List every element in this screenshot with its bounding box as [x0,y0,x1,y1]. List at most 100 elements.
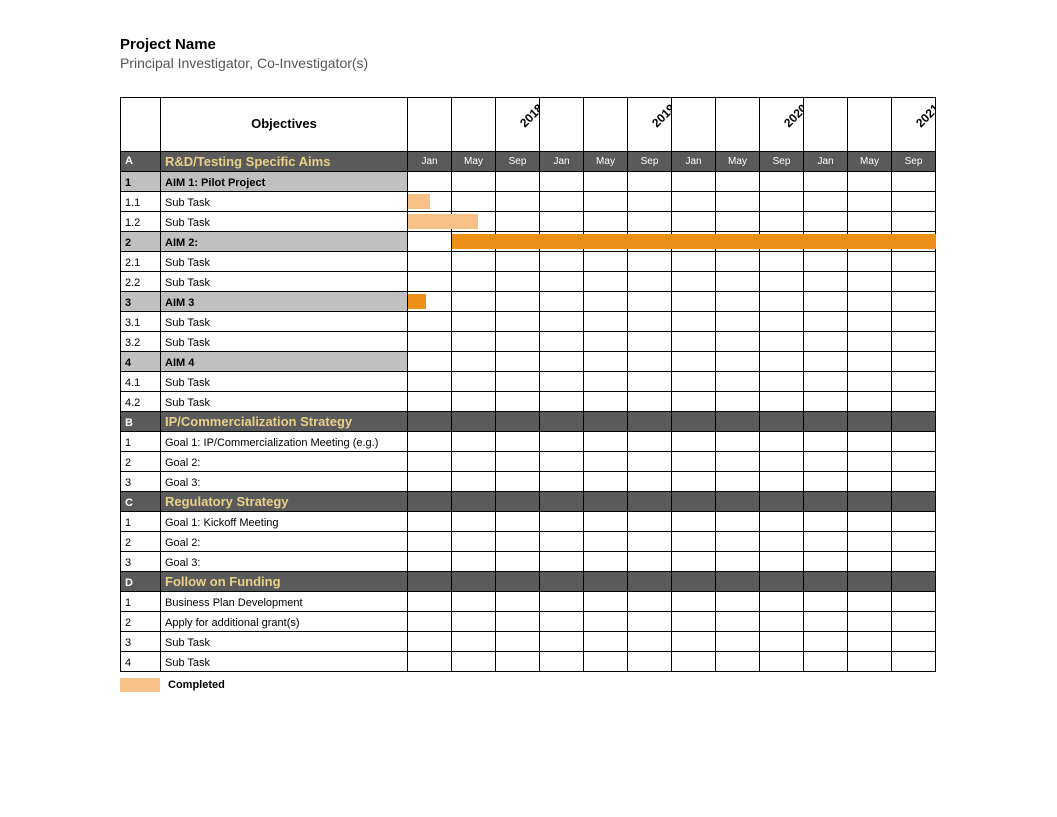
task-timeline [408,312,936,332]
row-label: Goal 3: [161,472,408,492]
header-row-years: Objectives 2018201920202021 [121,98,936,152]
year-header-cell: 2021 [892,98,936,152]
task-row: 2Goal 2: [121,452,936,472]
month-header: Jan [408,152,452,172]
row-number: B [121,412,161,432]
task-row: 4.1Sub Task [121,372,936,392]
section-row: CRegulatory Strategy [121,492,936,512]
row-label: AIM 3 [161,292,408,312]
row-label: Sub Task [161,632,408,652]
aim-row: 2AIM 2: [121,232,936,252]
row-number: A [121,152,161,172]
task-timeline [408,592,936,612]
task-row: 1Goal 1: Kickoff Meeting [121,512,936,532]
year-header-cell [804,98,848,152]
task-timeline [408,252,936,272]
task-timeline [408,612,936,632]
task-row: 3Goal 3: [121,552,936,572]
task-timeline [408,432,936,452]
row-label: Sub Task [161,272,408,292]
task-timeline [408,512,936,532]
section-timeline-blank [408,572,936,592]
month-header: Sep [628,152,672,172]
row-number: 4.2 [121,392,161,412]
year-header-cell [540,98,584,152]
aim-row: 4AIM 4 [121,352,936,372]
task-timeline [408,272,936,292]
month-header: May [452,152,496,172]
task-timeline [408,212,936,232]
task-row: 2.2Sub Task [121,272,936,292]
row-number: 2.2 [121,272,161,292]
row-label: AIM 1: Pilot Project [161,172,408,192]
task-timeline [408,352,936,372]
legend-label: Completed [168,679,225,691]
row-label: Sub Task [161,652,408,672]
task-row: 4Sub Task [121,652,936,672]
row-label: Apply for additional grant(s) [161,612,408,632]
year-header-cell [848,98,892,152]
task-row: 3.1Sub Task [121,312,936,332]
month-header: Jan [804,152,848,172]
row-label: Sub Task [161,372,408,392]
row-label: Sub Task [161,192,408,212]
task-timeline [408,632,936,652]
row-number: 3 [121,472,161,492]
year-label: 2021 [914,102,936,130]
task-row: 1.2Sub Task [121,212,936,232]
task-row: 2.1Sub Task [121,252,936,272]
row-number: 3.1 [121,312,161,332]
row-number: 2 [121,232,161,252]
row-number: 1.2 [121,212,161,232]
row-number: 4.1 [121,372,161,392]
row-number: 2 [121,452,161,472]
year-header-cell [716,98,760,152]
gantt-bar [408,294,426,309]
row-label: Regulatory Strategy [161,492,408,512]
row-label: Follow on Funding [161,572,408,592]
aim-row: 3AIM 3 [121,292,936,312]
row-label: Business Plan Development [161,592,408,612]
row-number: 3 [121,552,161,572]
month-header: May [584,152,628,172]
row-number: 1 [121,432,161,452]
task-timeline [408,452,936,472]
task-timeline [408,472,936,492]
aim-row: 1AIM 1: Pilot Project [121,172,936,192]
row-number: 4 [121,352,161,372]
section-row: BIP/Commercialization Strategy [121,412,936,432]
month-header: May [848,152,892,172]
task-timeline [408,172,936,192]
row-label: Sub Task [161,332,408,352]
page-title: Project Name [120,36,1057,53]
gantt-bar [408,214,478,229]
row-label: Goal 1: Kickoff Meeting [161,512,408,532]
task-row: 1Goal 1: IP/Commercialization Meeting (e… [121,432,936,452]
month-header: Jan [540,152,584,172]
task-timeline [408,192,936,212]
year-header-cell: 2019 [628,98,672,152]
gantt-sheet: Objectives 2018201920202021 AR&D/Testing… [120,97,936,672]
year-header-cell: 2020 [760,98,804,152]
task-timeline [408,392,936,412]
row-number: 3 [121,632,161,652]
year-header-cell [408,98,452,152]
objectives-header: Objectives [161,98,408,152]
row-number: 3.2 [121,332,161,352]
row-label: Sub Task [161,252,408,272]
task-timeline [408,292,936,312]
row-label: Goal 2: [161,452,408,472]
task-row: 4.2Sub Task [121,392,936,412]
row-number: 1 [121,592,161,612]
row-label: Sub Task [161,212,408,232]
row-label: Sub Task [161,392,408,412]
row-label: AIM 2: [161,232,408,252]
task-timeline [408,232,936,252]
task-row: 2Goal 2: [121,532,936,552]
row-number: 4 [121,652,161,672]
row-number: C [121,492,161,512]
year-header-cell [584,98,628,152]
row-label: Goal 1: IP/Commercialization Meeting (e.… [161,432,408,452]
row-number: 2 [121,532,161,552]
row-label: IP/Commercialization Strategy [161,412,408,432]
